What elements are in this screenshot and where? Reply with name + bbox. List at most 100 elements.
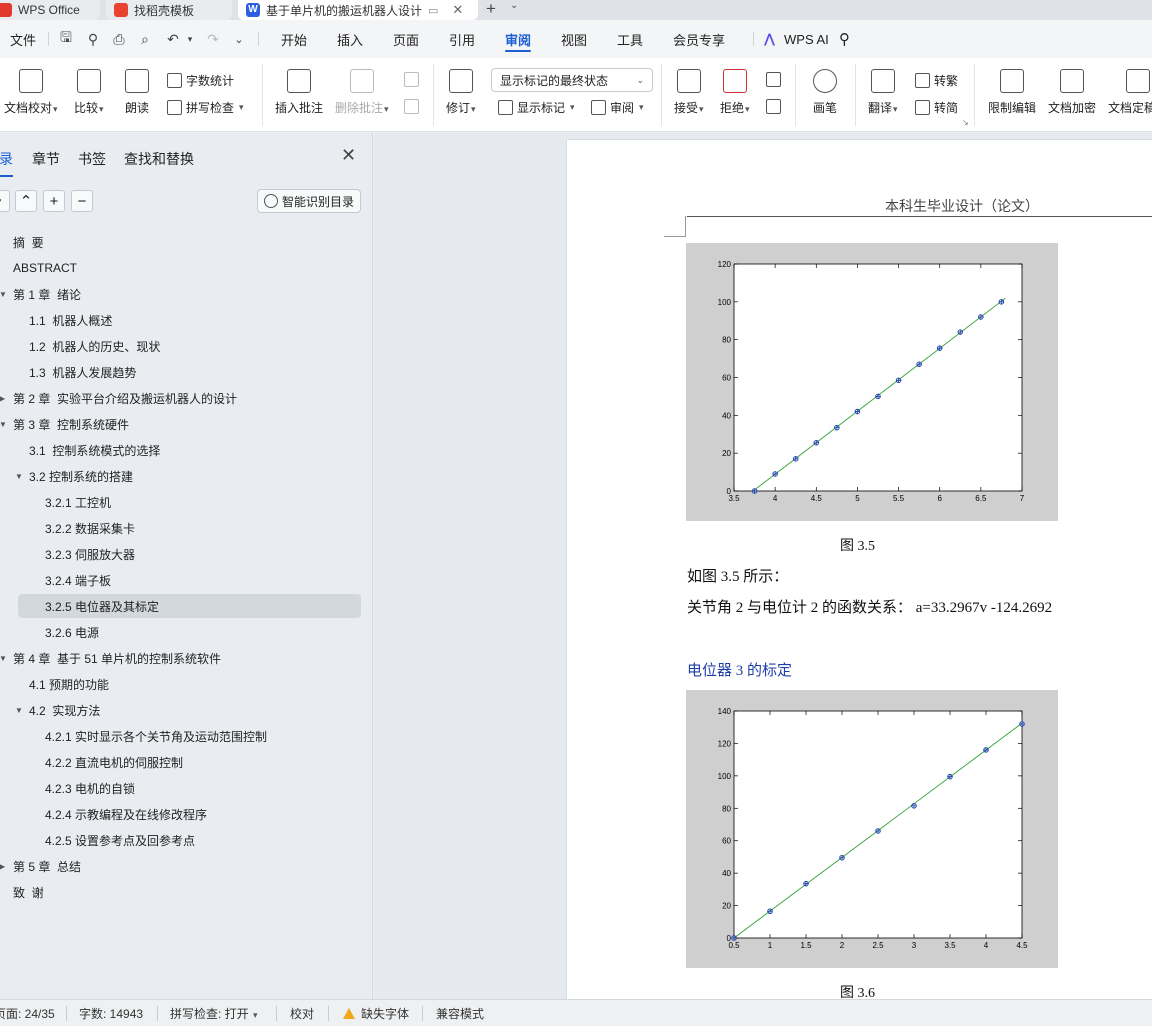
compare-button[interactable]: 比较▾: [74, 69, 104, 116]
expand-triangle-icon[interactable]: ▶: [0, 394, 5, 403]
menu-references[interactable]: 引用: [449, 20, 475, 58]
delete-comment-button[interactable]: 删除批注▾: [335, 69, 389, 116]
toc-item[interactable]: ABSTRACT: [0, 255, 373, 281]
collapse-triangle-icon[interactable]: ▼: [15, 472, 23, 481]
toc-item[interactable]: 4.2.4 示教编程及在线修改程序: [0, 801, 373, 827]
customize-toolbar-icon[interactable]: ⌄: [230, 30, 248, 48]
figure-3-6[interactable]: 0.5 1 1.5 2 2.5 3 3.5 4 4.5 0 20 40 60 80 100 120 140: [686, 690, 1058, 968]
nav-tab-find-replace[interactable]: 查找和替换: [124, 149, 194, 169]
chevron-down-icon[interactable]: ⌄: [510, 0, 518, 11]
undo-icon[interactable]: ↶: [164, 30, 182, 48]
document-page[interactable]: 本科生毕业设计（论文） 3.5 4 4.5 5 5.5 6 6.5 7 0 20 40 60 80 100…: [567, 140, 1152, 999]
menu-page[interactable]: 页面: [393, 20, 419, 58]
toc-item[interactable]: 3.1 控制系统模式的选择: [0, 437, 373, 463]
toc-item[interactable]: 1.2 机器人的历史、现状: [0, 333, 373, 359]
close-pane-icon[interactable]: ✕: [341, 145, 356, 166]
to-simplified-button[interactable]: 转简: [915, 99, 958, 116]
pen-button[interactable]: 画笔: [813, 69, 837, 116]
toc-item[interactable]: 3.2.1 工控机: [0, 489, 373, 515]
smart-toc-button[interactable]: 智能识别目录: [257, 189, 362, 213]
tab-wps-office[interactable]: WPS Office: [0, 0, 100, 20]
track-changes-button[interactable]: 修订▾: [446, 69, 476, 116]
toc-item[interactable]: 4.2.1 实时显示各个关节角及运动范围控制: [0, 723, 373, 749]
toc-item[interactable]: 3.2.4 端子板: [0, 567, 373, 593]
menu-membership[interactable]: 会员专享: [673, 20, 725, 58]
translate-button[interactable]: 翻译▾: [868, 69, 898, 116]
next-change-button[interactable]: [766, 99, 781, 114]
print-preview-icon[interactable]: ⌕: [136, 30, 154, 48]
new-tab-icon[interactable]: +: [486, 0, 496, 19]
toc-item[interactable]: 3.2.2 数据采集卡: [0, 515, 373, 541]
doc-encrypt-button[interactable]: 文档加密: [1048, 69, 1096, 116]
toc-item[interactable]: 摘 要: [0, 229, 373, 255]
close-tab-icon[interactable]: ✕: [452, 2, 463, 18]
collapse-triangle-icon[interactable]: ▼: [15, 706, 23, 715]
toc-item[interactable]: 4.2.3 电机的自锁: [0, 775, 373, 801]
menu-home[interactable]: 开始: [281, 20, 307, 58]
menu-insert[interactable]: 插入: [337, 20, 363, 58]
doc-check-button[interactable]: 文档校对▾: [4, 69, 58, 116]
toc-item[interactable]: ▼ 第 1 章 绪论: [0, 281, 373, 307]
wps-ai-icon[interactable]: ⋀: [764, 20, 775, 58]
tab-template[interactable]: 找稻壳模板: [106, 0, 232, 20]
nav-tab-bookmarks[interactable]: 书签: [78, 149, 106, 169]
file-menu[interactable]: 文件: [10, 20, 36, 58]
read-aloud-button[interactable]: 朗读: [125, 69, 149, 116]
toc-item[interactable]: 3.2.5 电位器及其标定: [0, 593, 373, 619]
review-pane-button[interactable]: 审阅 ▾: [591, 99, 644, 116]
previous-change-button[interactable]: [766, 72, 781, 87]
nav-tab-toc[interactable]: 录: [0, 149, 13, 177]
menu-view[interactable]: 视图: [561, 20, 587, 58]
word-count-indicator[interactable]: 字数: 14943: [79, 1005, 143, 1022]
collapse-triangle-icon[interactable]: ▼: [0, 290, 7, 299]
toc-item[interactable]: 致 谢: [0, 879, 373, 905]
toc-item[interactable]: 4.2.5 设置参考点及回参考点: [0, 827, 373, 853]
markup-state-dropdown[interactable]: 显示标记的最终状态 ⌄: [491, 68, 653, 92]
spell-check-button[interactable]: 拼写检查 ▾: [167, 99, 244, 116]
collapse-triangle-icon[interactable]: ▼: [0, 654, 7, 663]
add-heading-icon[interactable]: +: [43, 190, 65, 212]
menu-review[interactable]: 审阅: [505, 20, 532, 58]
page-indicator[interactable]: 页面: 24/35: [0, 1005, 55, 1022]
figure-3-5[interactable]: 3.5 4 4.5 5 5.5 6 6.5 7 0 20 40 60 80 100 120: [686, 243, 1058, 521]
expand-level-dropdown-icon[interactable]: ▾: [0, 190, 10, 212]
collapse-triangle-icon[interactable]: ▼: [0, 420, 7, 429]
save-icon[interactable]: 🖫: [57, 29, 75, 48]
accept-button[interactable]: 接受▾: [674, 69, 704, 116]
toc-item[interactable]: 1.1 机器人概述: [0, 307, 373, 333]
pin-window-icon[interactable]: ▭: [428, 4, 438, 17]
move-up-icon[interactable]: ⌃: [15, 190, 37, 212]
redo-icon[interactable]: ↷: [204, 30, 222, 48]
tab-document[interactable]: W 基于单片机的搬运机器人设计 ▭ ✕: [238, 0, 478, 20]
restrict-edit-button[interactable]: 限制编辑: [988, 69, 1036, 116]
toc-item[interactable]: ▶ 第 5 章 总结: [0, 853, 373, 879]
toc-item[interactable]: 4.2.2 直流电机的伺服控制: [0, 749, 373, 775]
toc-item[interactable]: 3.2.3 伺服放大器: [0, 541, 373, 567]
toc-item[interactable]: 4.1 预期的功能: [0, 671, 373, 697]
toc-item[interactable]: 1.3 机器人发展趋势: [0, 359, 373, 385]
nav-tab-chapters[interactable]: 章节: [32, 149, 60, 169]
toc-item[interactable]: ▶ 第 2 章 实验平台介绍及搬运机器人的设计: [0, 385, 373, 411]
dialog-launcher-icon[interactable]: ↘: [962, 118, 969, 127]
reject-button[interactable]: 拒绝▾: [720, 69, 750, 116]
expand-triangle-icon[interactable]: ▶: [0, 862, 5, 871]
spell-check-status[interactable]: 拼写检查: 打开 ▾: [170, 1005, 258, 1022]
insert-comment-button[interactable]: 插入批注: [275, 69, 323, 116]
search-icon[interactable]: ⚲: [839, 20, 850, 58]
share-icon[interactable]: ⚲: [84, 30, 102, 48]
toc-item[interactable]: ▼ 3.2 控制系统的搭建: [0, 463, 373, 489]
doc-finalize-button[interactable]: 文档定稿: [1108, 69, 1152, 116]
toc-item[interactable]: 3.2.6 电源: [0, 619, 373, 645]
toc-item[interactable]: ▼ 4.2 实现方法: [0, 697, 373, 723]
toc-item[interactable]: ▼ 第 3 章 控制系统硬件: [0, 411, 373, 437]
proofread-status[interactable]: 校对: [290, 1005, 314, 1022]
wps-ai-button[interactable]: WPS AI: [784, 20, 829, 58]
menu-tools[interactable]: 工具: [617, 20, 643, 58]
remove-heading-icon[interactable]: −: [71, 190, 93, 212]
next-comment-button[interactable]: [404, 99, 419, 114]
undo-dropdown-icon[interactable]: ▾: [181, 30, 199, 48]
show-markup-button[interactable]: 显示标记 ▾: [498, 99, 575, 116]
previous-comment-button[interactable]: [404, 72, 419, 87]
toc-item[interactable]: ▼ 第 4 章 基于 51 单片机的控制系统软件: [0, 645, 373, 671]
missing-font-status[interactable]: 缺失字体: [343, 1005, 409, 1022]
